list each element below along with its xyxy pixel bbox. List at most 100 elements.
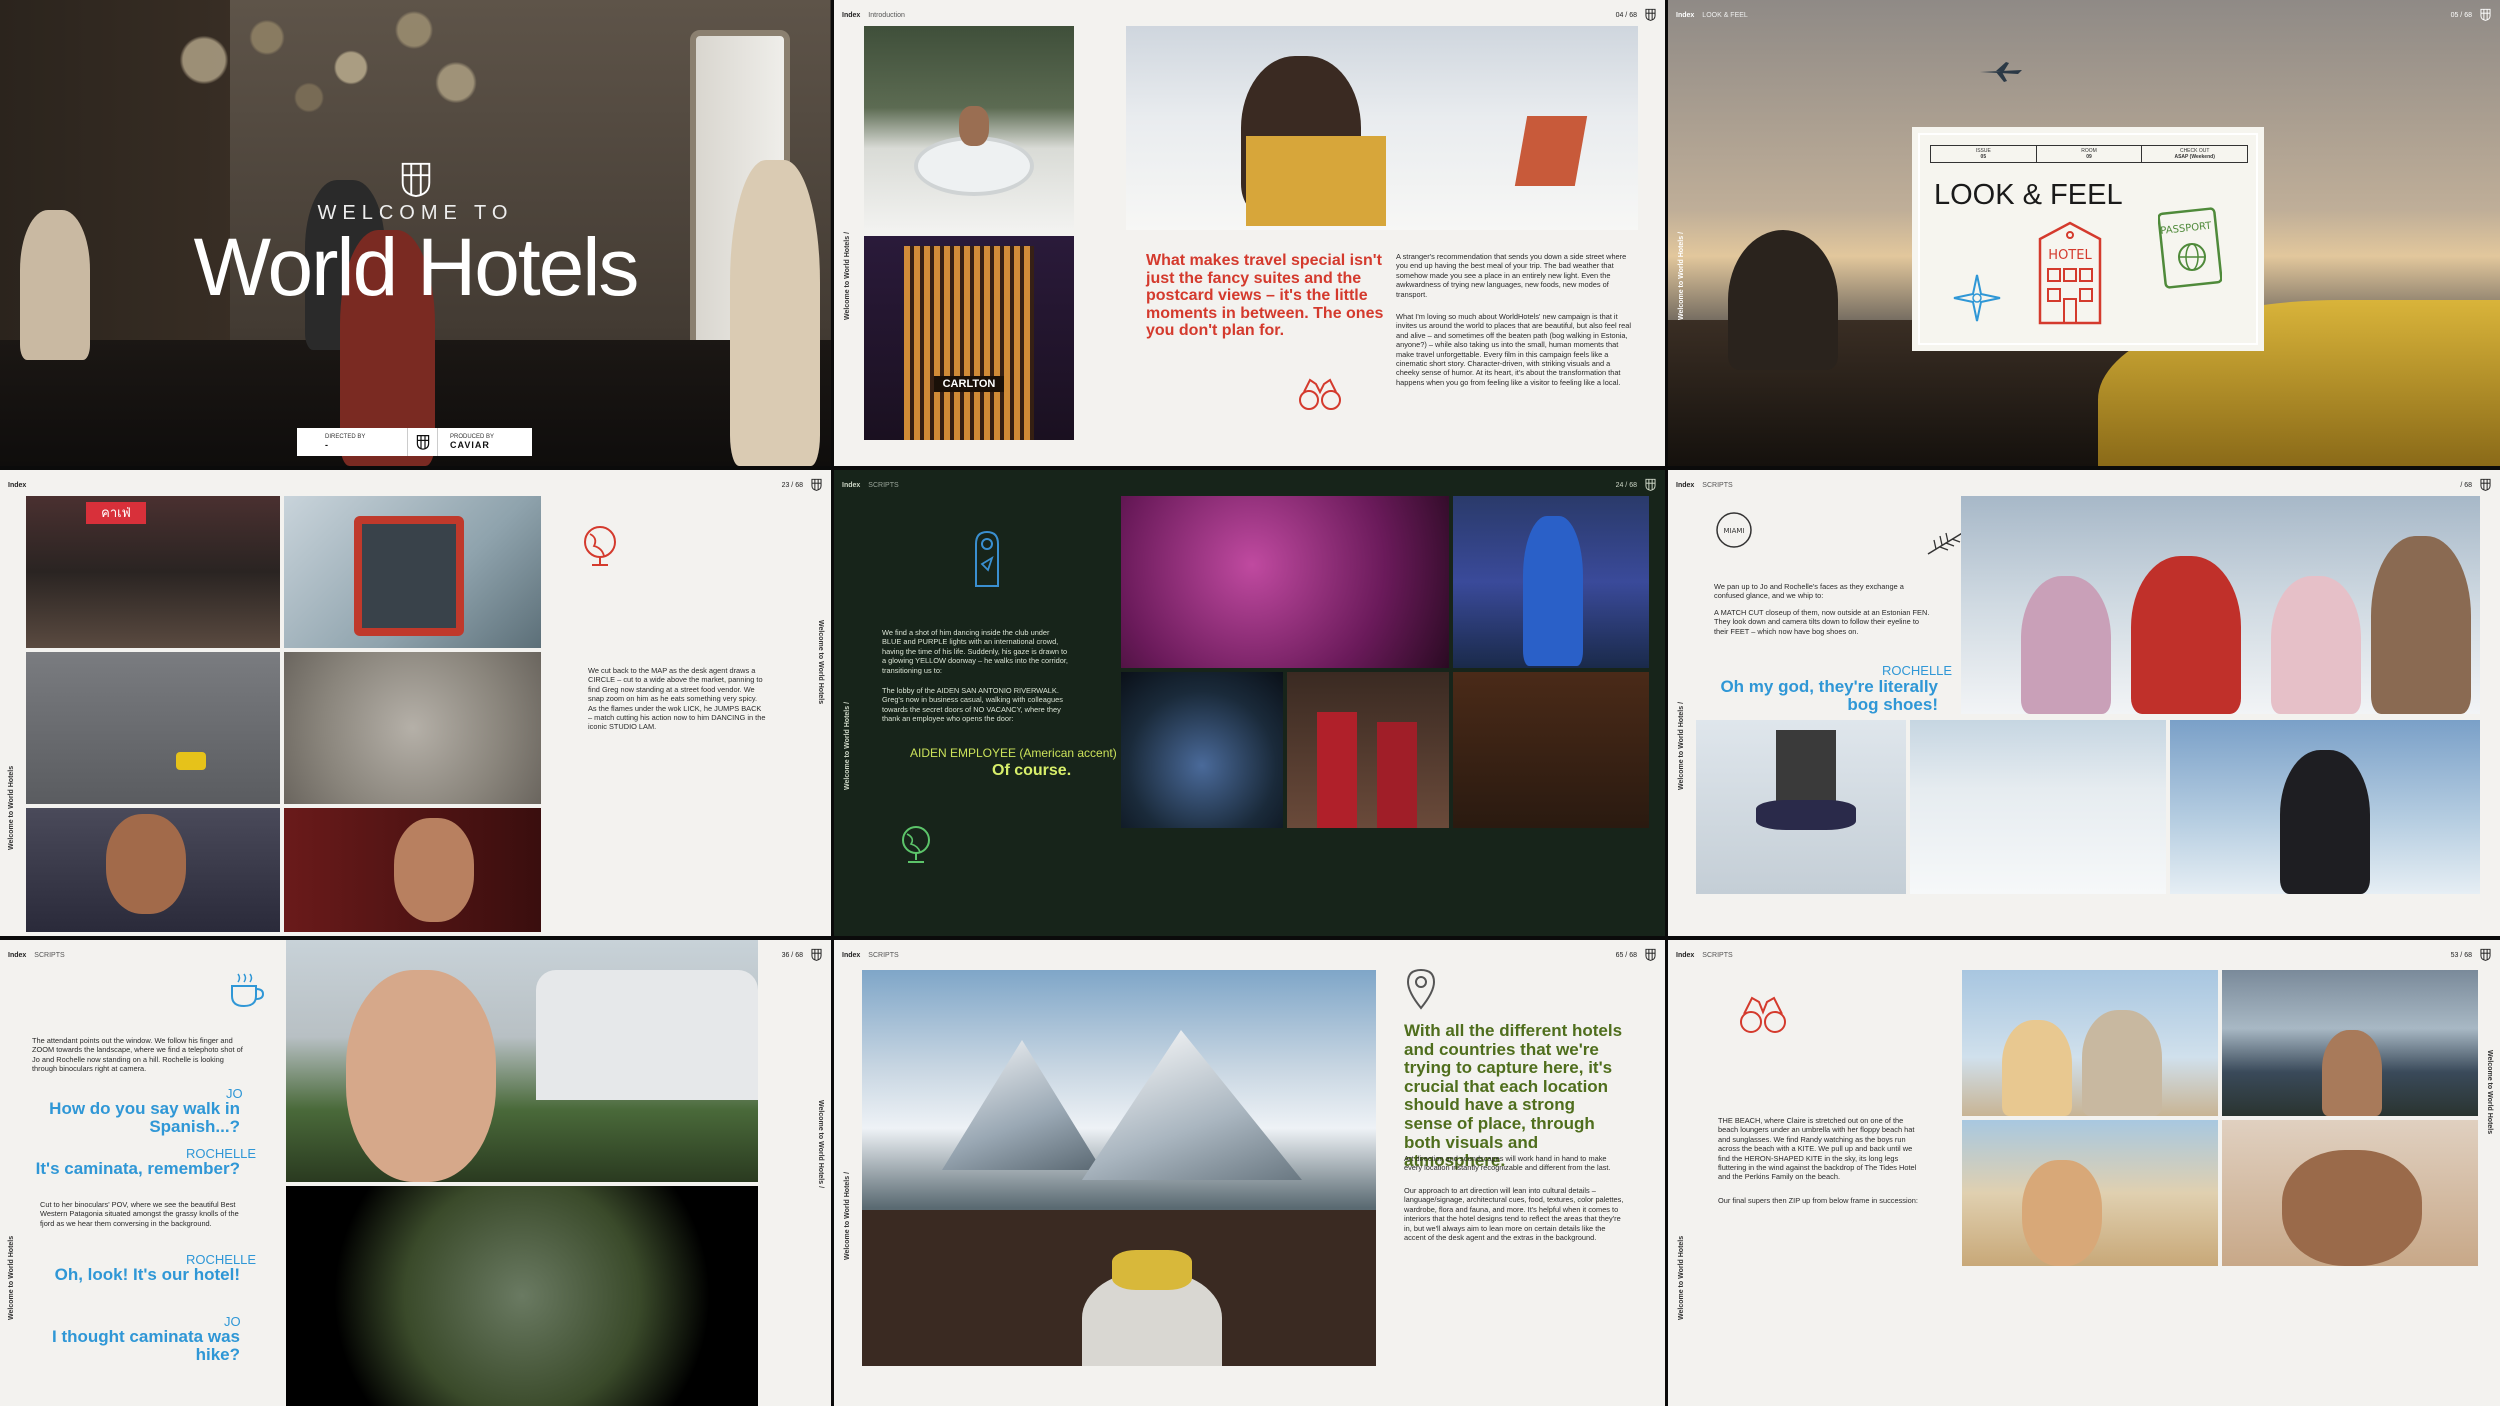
blue-dancer-photo	[1453, 496, 1649, 668]
credits-bar: DIRECTED BY - PRODUCED BY CAVIAR	[297, 428, 532, 456]
slide-look-feel[interactable]: Index LOOK & FEEL 05 / 68 Welcome to Wor…	[1668, 0, 2500, 466]
bog-shoes-photo	[1696, 720, 1906, 894]
look-feel-stamp: ISSUE 05 ROOM 09 CHECK OUT ASAP (Weekend) L…	[1918, 133, 2258, 345]
slide-grid: WELCOME TO World Hotels DIRECTED BY - PR…	[0, 0, 2500, 1406]
woman-wind-photo	[286, 940, 758, 1182]
airplane-icon	[1980, 62, 2022, 82]
index-link[interactable]: Index	[842, 482, 860, 489]
world-hotels-logo-icon	[416, 435, 429, 450]
title-block: WELCOME TO World Hotels	[0, 160, 831, 311]
slide-script-53[interactable]: Index SCRIPTS 53 / 68 Welcome to World H…	[1668, 940, 2500, 1406]
ski-group-photo	[1961, 496, 2480, 714]
side-label-right: Welcome to World Hotels	[2486, 1050, 2493, 1135]
slide-header: Index Introduction 04 / 68	[842, 8, 1657, 22]
main-title: World Hotels	[193, 222, 640, 313]
section-label: SCRIPTS	[1702, 951, 1733, 959]
dark-lobby-photo	[1453, 672, 1649, 828]
index-link[interactable]: Index	[8, 952, 26, 959]
index-link[interactable]: Index	[1676, 482, 1694, 489]
stamp-info-row: ISSUE 05 ROOM 09 CHECK OUT ASAP (Weekend)	[1930, 145, 2248, 163]
man-eating-photo	[284, 808, 541, 932]
slide-script-23[interactable]: Index 23 / 68 Welcome to World Hotels We…	[0, 470, 831, 936]
dialogue-quote: Of course.	[992, 762, 1072, 779]
slide-script-36[interactable]: Index SCRIPTS 36 / 68 Welcome to World H…	[0, 940, 831, 1406]
section-label: SCRIPTS	[868, 481, 899, 489]
map-pin-icon	[1406, 968, 1436, 1010]
stamp-title: LOOK & FEEL	[1934, 179, 2123, 211]
directed-value: -	[325, 440, 329, 450]
world-hotels-logo-icon	[811, 478, 822, 491]
red-suits-photo	[1287, 672, 1449, 828]
man-on-sand-photo	[2222, 1120, 2478, 1266]
page-number: 23 / 68	[781, 481, 803, 489]
slide-header: Index SCRIPTS / 68	[1676, 478, 2492, 492]
side-label: Welcome to World Hotels /	[844, 231, 851, 320]
world-hotels-logo-icon	[811, 948, 822, 961]
carlton-sign: CARLTON	[934, 376, 1004, 392]
svg-text:MIAMI: MIAMI	[1724, 527, 1745, 535]
slide-script-65[interactable]: Index SCRIPTS 65 / 68 Welcome to World H…	[834, 940, 1665, 1406]
page-number: 36 / 68	[781, 951, 803, 959]
woman-smiling-photo	[26, 808, 280, 932]
script-paragraph-1: THE BEACH, where Claire is stretched out…	[1718, 1116, 1917, 1182]
section-label: Introduction	[868, 11, 905, 19]
mirror-man-photo	[284, 496, 541, 648]
slide-script-bog[interactable]: Index SCRIPTS / 68 Welcome to World Hote…	[1668, 470, 2500, 936]
side-label-left: Welcome to World Hotels	[8, 1235, 15, 1320]
produced-value: CAVIAR	[450, 440, 490, 450]
city-night-photo	[1121, 672, 1283, 828]
index-link[interactable]: Index	[1676, 12, 1694, 19]
slide-header: Index SCRIPTS 53 / 68	[1676, 948, 2492, 962]
club-dancing-photo	[1121, 496, 1449, 668]
slide-title[interactable]: WELCOME TO World Hotels DIRECTED BY - PR…	[0, 0, 831, 466]
intro-headline: What makes travel special isn't just the…	[1146, 252, 1384, 340]
page-number: 53 / 68	[2450, 951, 2472, 959]
slide-header: Index SCRIPTS 65 / 68	[842, 948, 1657, 962]
cafe-sign: คาเฟ่	[86, 502, 146, 524]
index-link[interactable]: Index	[842, 952, 860, 959]
page-number: 24 / 68	[1615, 481, 1637, 489]
world-hotels-logo-icon	[1645, 8, 1656, 21]
script-paragraph-2: The lobby of the AIDEN SAN ANTONIO RIVER…	[882, 686, 1063, 724]
world-hotels-logo-icon	[2480, 478, 2491, 491]
lake-woman-photo	[2222, 970, 2478, 1116]
side-label: Welcome to World Hotels /	[844, 701, 851, 790]
script-paragraph-2: Cut to her binoculars' POV, where we see…	[40, 1200, 239, 1228]
svg-text:HOTEL: HOTEL	[2048, 248, 2092, 263]
stamp-cell-checkout: CHECK OUT ASAP (Weekend)	[2174, 148, 2215, 160]
binoculars-icon	[1299, 378, 1341, 410]
quote-walk-spanish: How do you say walk in Spanish...?	[49, 1099, 240, 1136]
intro-paragraph-1: A stranger's recommendation that sends y…	[1396, 252, 1627, 299]
man-skis-photo	[2170, 720, 2480, 894]
stamp-cell-issue: ISSUE 05	[1931, 146, 2037, 162]
index-link[interactable]: Index	[8, 482, 26, 489]
script-paragraph-2: Our approach to art direction will lean …	[1404, 1186, 1624, 1243]
snow-lounger-photo	[1126, 26, 1638, 230]
leaf-wall-decor	[120, 0, 540, 150]
quote-our-hotel: Oh, look! It's our hotel!	[54, 1265, 240, 1284]
section-label: LOOK & FEEL	[1702, 11, 1748, 19]
index-link[interactable]: Index	[1676, 952, 1694, 959]
section-label: SCRIPTS	[1702, 481, 1733, 489]
script-paragraph-1: We find a shot of him dancing inside the…	[882, 628, 1068, 675]
dialogue-quote: Oh my god, they're literally bog shoes!	[1720, 677, 1938, 714]
slide-header: Index LOOK & FEEL 05 / 68	[1676, 8, 2492, 22]
leaf-icon	[1927, 531, 1965, 555]
side-label-left: Welcome to World Hotels	[1678, 1235, 1685, 1320]
sense-of-place-headline: With all the different hotels and countr…	[1404, 1021, 1623, 1171]
globe-icon	[584, 526, 616, 566]
slide-script-24[interactable]: Index SCRIPTS 24 / 68 Welcome to World H…	[834, 470, 1665, 936]
side-label: Welcome to World Hotels /	[1678, 231, 1685, 320]
aerial-street-photo	[26, 652, 280, 804]
side-label-left: Welcome to World Hotels	[8, 765, 15, 850]
slide-header: Index 23 / 68	[8, 478, 823, 492]
kite-watchers-photo	[1962, 970, 2218, 1116]
page-number: 65 / 68	[1615, 951, 1637, 959]
slide-introduction[interactable]: Index Introduction 04 / 68 Welcome to Wo…	[834, 0, 1665, 466]
index-link[interactable]: Index	[842, 12, 860, 19]
side-label-right: Welcome to World Hotels /	[817, 1100, 824, 1189]
blurred-motion-photo	[284, 652, 541, 804]
side-label: Welcome to World Hotels /	[1678, 701, 1685, 790]
speaker-label: ROCHELLE	[1882, 663, 1953, 678]
side-label-right: Welcome to World Hotels	[817, 620, 824, 705]
